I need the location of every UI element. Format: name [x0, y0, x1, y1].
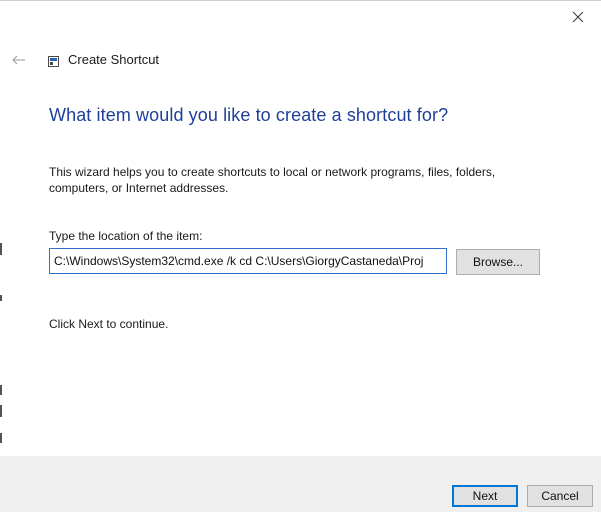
wizard-title: Create Shortcut — [68, 52, 160, 67]
continue-instruction: Click Next to continue. — [49, 317, 169, 331]
browse-button[interactable]: Browse... — [456, 249, 540, 275]
create-shortcut-window: Create Shortcut What item would you like… — [0, 0, 601, 512]
left-edge-artifacts — [0, 1, 4, 512]
close-button[interactable] — [555, 1, 601, 33]
next-button[interactable]: Next — [452, 485, 518, 507]
location-label: Type the location of the item: — [49, 229, 203, 243]
wizard-description: This wizard helps you to create shortcut… — [49, 165, 496, 195]
back-button[interactable] — [10, 51, 28, 69]
location-input[interactable] — [49, 248, 447, 274]
page-heading: What item would you like to create a sho… — [49, 105, 449, 125]
close-icon — [572, 11, 584, 23]
cancel-button[interactable]: Cancel — [527, 485, 593, 507]
wizard-title-bar: Create Shortcut — [48, 52, 159, 67]
shortcut-wizard-icon — [48, 54, 59, 67]
back-arrow-icon — [12, 55, 25, 65]
